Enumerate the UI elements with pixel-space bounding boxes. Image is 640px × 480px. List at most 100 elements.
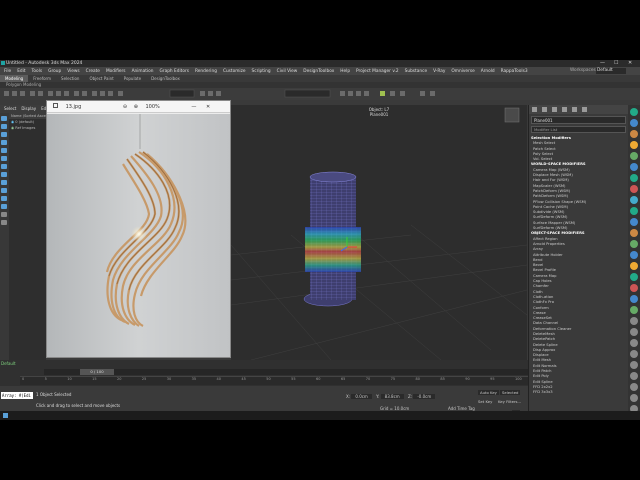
tick-label: 100 (515, 377, 522, 381)
tick-label: 15 (92, 377, 97, 381)
tool-icon[interactable] (630, 141, 638, 149)
viewport-scene[interactable] (231, 105, 527, 360)
ribbon-tabs: Modeling Freeform Selection Object Paint Pop… (0, 75, 640, 82)
layer-tool-icon[interactable] (1, 132, 7, 137)
y-label: Y: (376, 394, 380, 399)
spacewarp-tool-icon[interactable] (1, 180, 7, 185)
tab-designtoolbox[interactable]: DesignToolbox (146, 75, 185, 82)
shape-tool-icon[interactable] (1, 148, 7, 153)
tab-object-paint[interactable]: Object Paint (84, 75, 118, 82)
zoom-level: 100% (145, 104, 160, 110)
close-icon[interactable]: ✕ (206, 104, 210, 110)
maxscript-listener[interactable]: Array: #(Edi (1, 392, 33, 399)
display-tool-icon[interactable] (1, 124, 7, 129)
ground-grid (231, 224, 527, 360)
tool-icon[interactable] (630, 229, 638, 237)
windows-start-icon[interactable] (3, 413, 8, 418)
tool-icon[interactable] (630, 394, 638, 402)
filter-tool-icon[interactable] (1, 140, 7, 145)
tab-populate[interactable]: Populate (119, 75, 146, 82)
modifier-item[interactable]: FFD 3x3x3 (529, 390, 628, 395)
selected-dropdown[interactable]: Selected (500, 390, 521, 395)
perspective-viewport[interactable]: Object: L7 Plane001 (231, 105, 527, 360)
toolbar-icons[interactable] (0, 88, 640, 100)
tool-icon[interactable] (630, 284, 638, 292)
main-toolbar (0, 88, 640, 100)
image-viewer-window[interactable]: 13.jpg ⊖ ⊕ 100% — ✕ (46, 100, 231, 358)
tool-icon[interactable] (630, 317, 638, 325)
modifier-list-dropdown[interactable]: Modifier List (531, 126, 626, 133)
selection-status: 1 Object Selected (36, 392, 72, 397)
time-slider[interactable] (44, 369, 528, 375)
tool-icon[interactable] (630, 185, 638, 193)
tool-icon[interactable] (630, 339, 638, 347)
tool-icon[interactable] (630, 328, 638, 336)
menu-bar: File Edit Tools Group Views Create Modifiers An… (0, 67, 640, 75)
tick-label: 25 (141, 377, 147, 381)
command-panel-tabs[interactable] (529, 105, 628, 114)
cylinder-mesh[interactable] (303, 171, 361, 307)
minimize-icon[interactable]: — (600, 60, 605, 67)
tool-icon[interactable] (630, 295, 638, 303)
tool-icon[interactable] (630, 251, 638, 259)
tick-label: 90 (465, 377, 470, 381)
tab-display[interactable]: Display (21, 106, 36, 111)
tool-icon[interactable] (630, 240, 638, 248)
camera-tool-icon[interactable] (1, 164, 7, 169)
x-coordinate[interactable]: 0.0cm (351, 394, 372, 399)
tool-icon[interactable] (630, 306, 638, 314)
tool-icon[interactable] (630, 207, 638, 215)
tab-modeling[interactable]: Modeling (0, 75, 29, 82)
layer-field[interactable]: Default (1, 361, 16, 366)
frozen-tool-icon[interactable] (1, 220, 7, 225)
zoom-out-icon[interactable]: ⊖ (123, 104, 127, 110)
tick-label: 40 (216, 377, 221, 381)
x-label: X: (346, 394, 351, 399)
container-tool-icon[interactable] (1, 212, 7, 217)
zoom-in-icon[interactable]: ⊕ (134, 104, 138, 110)
tick-label: 50 (266, 377, 271, 381)
minimize-icon[interactable]: — (191, 104, 196, 110)
tool-icon[interactable] (630, 130, 638, 138)
tool-icon[interactable] (630, 218, 638, 226)
tool-icon[interactable] (630, 163, 638, 171)
auto-key-button[interactable]: Auto Key (478, 390, 499, 395)
z-coordinate[interactable]: -0.0cm (413, 394, 436, 399)
tool-icon[interactable] (630, 383, 638, 391)
maximize-icon[interactable]: ☐ (614, 60, 618, 67)
key-filters-button[interactable]: Key Filters... (498, 399, 521, 404)
tick-label: 80 (415, 377, 420, 381)
windows-taskbar (0, 411, 640, 420)
set-key-button[interactable]: Set Key (478, 399, 492, 404)
tool-icon[interactable] (630, 262, 638, 270)
tool-icon[interactable] (630, 350, 638, 358)
group-tool-icon[interactable] (1, 196, 7, 201)
object-name-field[interactable]: Plane001 (531, 116, 626, 124)
tool-icon[interactable] (630, 174, 638, 182)
tool-icon[interactable] (630, 152, 638, 160)
select-tool-icon[interactable] (1, 116, 7, 121)
close-icon[interactable]: ✕ (628, 60, 632, 67)
layer-name: Ref Images (15, 126, 36, 130)
layer-row[interactable]: ◉ Ref Images (9, 125, 46, 131)
xref-tool-icon[interactable] (1, 204, 7, 209)
tab-freeform[interactable]: Freeform (28, 75, 56, 82)
bone-tool-icon[interactable] (1, 188, 7, 193)
tab-selection[interactable]: Selection (56, 75, 84, 82)
workspaces-dropdown[interactable]: Default (596, 68, 626, 74)
tool-icon[interactable] (630, 361, 638, 369)
tick-label: 20 (117, 377, 122, 381)
image-icon (53, 103, 58, 108)
tab-select[interactable]: Select (4, 106, 16, 111)
light-tool-icon[interactable] (1, 156, 7, 161)
y-coordinate[interactable]: 83.8cm (380, 394, 404, 399)
z-label: Z: (407, 394, 413, 399)
tool-icon[interactable] (630, 372, 638, 380)
command-panel: Plane001 Modifier List Selection Modifie… (528, 105, 628, 420)
tool-icon[interactable] (630, 273, 638, 281)
helper-tool-icon[interactable] (1, 172, 7, 177)
time-slider-thumb[interactable]: 0 / 100 (80, 369, 114, 375)
tool-icon[interactable] (630, 119, 638, 127)
tool-icon[interactable] (630, 108, 638, 116)
tool-icon[interactable] (630, 196, 638, 204)
